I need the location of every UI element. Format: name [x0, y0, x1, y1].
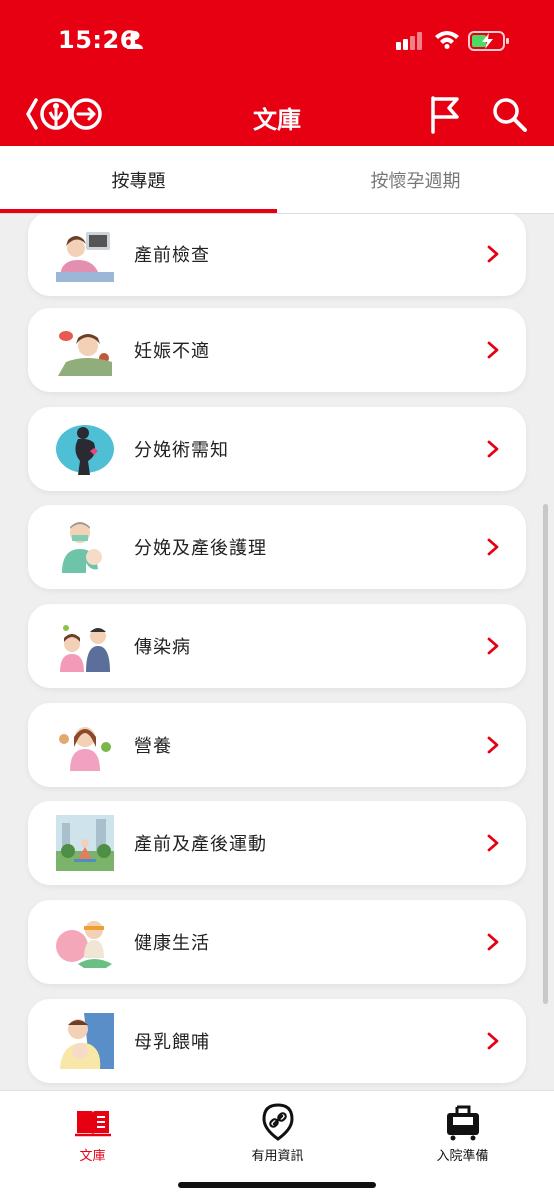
nav-bar: 文庫: [0, 84, 554, 146]
topic-card-healthy-living[interactable]: 健康生活: [28, 900, 526, 984]
breastfeeding-illustration: [60, 1013, 114, 1069]
home-indicator[interactable]: [178, 1182, 376, 1188]
topic-card-pregnancy-discomfort[interactable]: 妊娠不適: [28, 308, 526, 392]
tabbar-label: 入院準備: [436, 1149, 489, 1164]
cellular-signal-icon: [396, 32, 422, 50]
chevron-right-icon: [487, 637, 499, 655]
chevron-right-icon: [487, 341, 499, 359]
topic-label: 分娩及產後護理: [134, 538, 267, 559]
chevron-right-icon: [487, 834, 499, 852]
status-bar: 15:26: [0, 0, 554, 84]
luggage-icon: [446, 1105, 479, 1141]
chevron-right-icon: [487, 440, 499, 458]
app-header: 15:26 文庫: [0, 0, 554, 146]
topic-card-nutrition[interactable]: 營養: [28, 703, 526, 787]
search-icon[interactable]: [490, 94, 528, 134]
scrollbar[interactable]: [543, 504, 548, 1004]
wifi-icon: [435, 31, 459, 49]
topic-label: 產前檢查: [134, 245, 210, 266]
infectious-disease-illustration: [60, 625, 110, 672]
topic-card-postnatal-care[interactable]: 分娩及產後護理: [28, 505, 526, 589]
childbirth-illustration: [56, 425, 114, 475]
topic-card-infectious-disease[interactable]: 傳染病: [28, 604, 526, 688]
topic-card-breastfeeding[interactable]: 母乳餵哺: [28, 999, 526, 1083]
topic-card-exercise[interactable]: 產前及產後運動: [28, 801, 526, 885]
tabbar-library[interactable]: 文庫: [0, 1099, 185, 1169]
book-icon: [74, 1111, 111, 1137]
prenatal-checkup-illustration: [56, 232, 114, 282]
chevron-right-icon: [487, 736, 499, 754]
active-tab-indicator: [0, 209, 277, 213]
topic-list: 產前檢查 妊娠不適 分娩術需知 分娩及產後護理 傳染病 營養 產前及產後運動 健…: [0, 214, 554, 1090]
nutrition-illustration: [59, 727, 111, 771]
chevron-right-icon: [487, 933, 499, 951]
topic-tabs: 按專題 按懷孕週期: [0, 146, 554, 214]
topic-label: 傳染病: [134, 637, 191, 658]
person-icon: [127, 31, 143, 49]
link-icon: [261, 1103, 294, 1141]
tab-by-pregnancy-week[interactable]: 按懷孕週期: [277, 146, 554, 214]
tab-by-topic[interactable]: 按專題: [0, 146, 277, 214]
chevron-right-icon: [487, 1032, 499, 1050]
healthy-living-illustration: [56, 921, 112, 968]
exercise-illustration: [56, 815, 114, 871]
page-title: 文庫: [253, 106, 301, 134]
pregnancy-discomfort-illustration: [58, 331, 112, 376]
topic-label: 健康生活: [134, 933, 210, 954]
tabbar-admission-prep[interactable]: 入院準備: [370, 1099, 554, 1169]
topic-label: 母乳餵哺: [134, 1032, 210, 1053]
chevron-right-icon: [487, 538, 499, 556]
tabbar-label: 文庫: [79, 1149, 106, 1164]
tabbar-label: 有用資訊: [251, 1149, 304, 1164]
tabbar-useful-info[interactable]: 有用資訊: [185, 1099, 370, 1169]
battery-charging-icon: [468, 31, 509, 51]
topic-label: 營養: [134, 736, 172, 757]
topic-label: 產前及產後運動: [134, 834, 267, 855]
topic-card-prenatal-checkup[interactable]: 產前檢查: [28, 214, 526, 296]
postnatal-care-illustration: [62, 522, 104, 573]
topic-card-childbirth[interactable]: 分娩術需知: [28, 407, 526, 491]
topic-label: 妊娠不適: [134, 341, 210, 362]
topic-label: 分娩術需知: [134, 440, 229, 461]
flag-icon[interactable]: [428, 94, 462, 134]
chevron-right-icon: [487, 245, 499, 263]
